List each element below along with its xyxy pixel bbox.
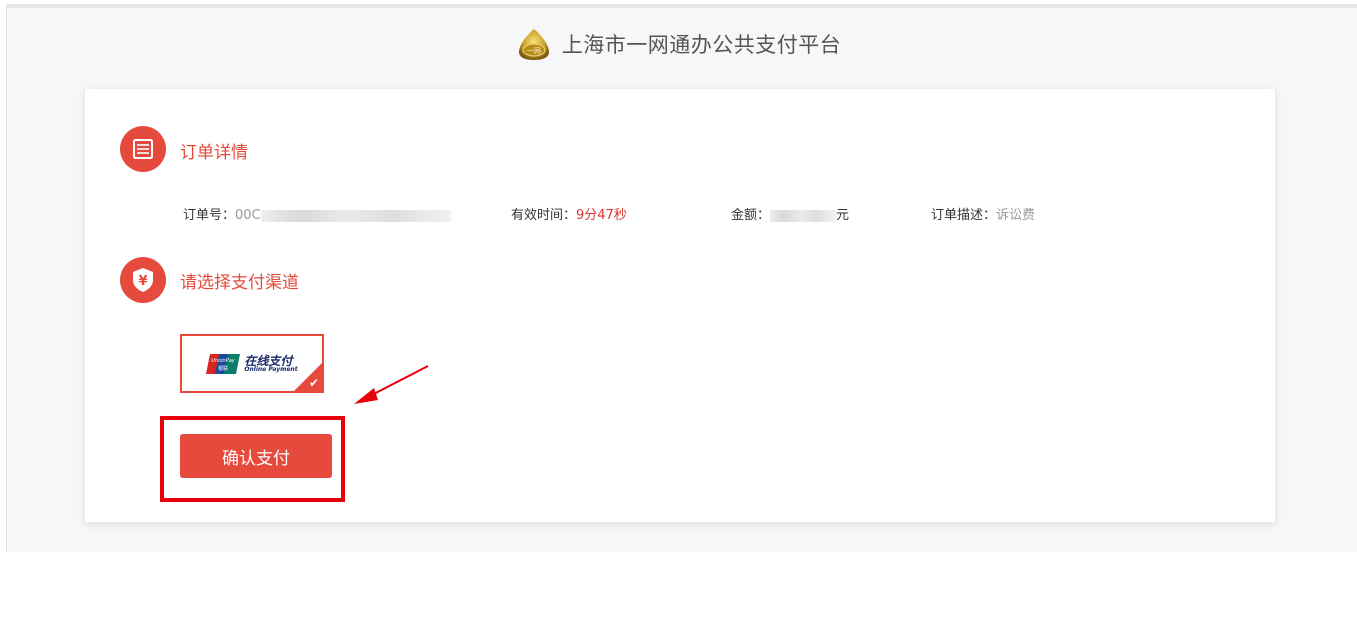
order-description-label: 订单描述： xyxy=(931,208,997,223)
channel-name-cn: 在线支付 xyxy=(244,353,293,368)
amount-unit: 元 xyxy=(836,208,850,223)
page-header: 一网 上海市一网通办公共支付平台 xyxy=(0,0,1357,88)
list-icon xyxy=(120,126,166,172)
yuan-shield-icon: ¥ xyxy=(120,257,166,303)
unionpay-logo: UnionPay 银联 在线支付 Online Payment xyxy=(206,353,298,375)
page-title: 上海市一网通办公共支付平台 xyxy=(561,33,842,57)
svg-text:UnionPay: UnionPay xyxy=(212,358,237,364)
pay-channel-title: 请选择支付渠道 xyxy=(180,273,299,293)
order-number-label: 订单号： xyxy=(183,208,236,223)
valid-time-value: 9分47秒 xyxy=(576,208,627,223)
order-description-value: 诉讼费 xyxy=(996,208,1036,223)
order-description: 订单描述：诉讼费 xyxy=(931,204,1035,223)
channel-name-en: Online Payment xyxy=(244,365,298,373)
valid-time-label: 有效时间： xyxy=(511,208,577,223)
svg-text:一网: 一网 xyxy=(527,47,541,55)
red-arrow-annotation xyxy=(354,365,429,404)
valid-time: 有效时间：9分47秒 xyxy=(511,204,627,223)
checkmark-icon: ✔ xyxy=(308,376,319,390)
redacted-amount xyxy=(770,209,837,222)
amount: 金额： 元 xyxy=(731,204,849,223)
amount-label: 金额： xyxy=(731,208,771,223)
redacted-order-number xyxy=(260,209,451,222)
gold-seal-logo-icon: 一网 xyxy=(516,26,552,62)
unionpay-icon: UnionPay 银联 xyxy=(206,353,241,374)
svg-text:¥: ¥ xyxy=(138,274,147,289)
confirm-payment-button[interactable]: 确认支付 xyxy=(180,434,332,478)
order-number-value: 00C xyxy=(235,208,261,223)
svg-text:银联: 银联 xyxy=(218,365,228,372)
unionpay-online-payment-option[interactable]: UnionPay 银联 在线支付 Online Payment ✔ xyxy=(180,334,324,393)
order-number: 订单号：00C xyxy=(183,204,451,223)
order-details-title: 订单详情 xyxy=(180,143,248,163)
